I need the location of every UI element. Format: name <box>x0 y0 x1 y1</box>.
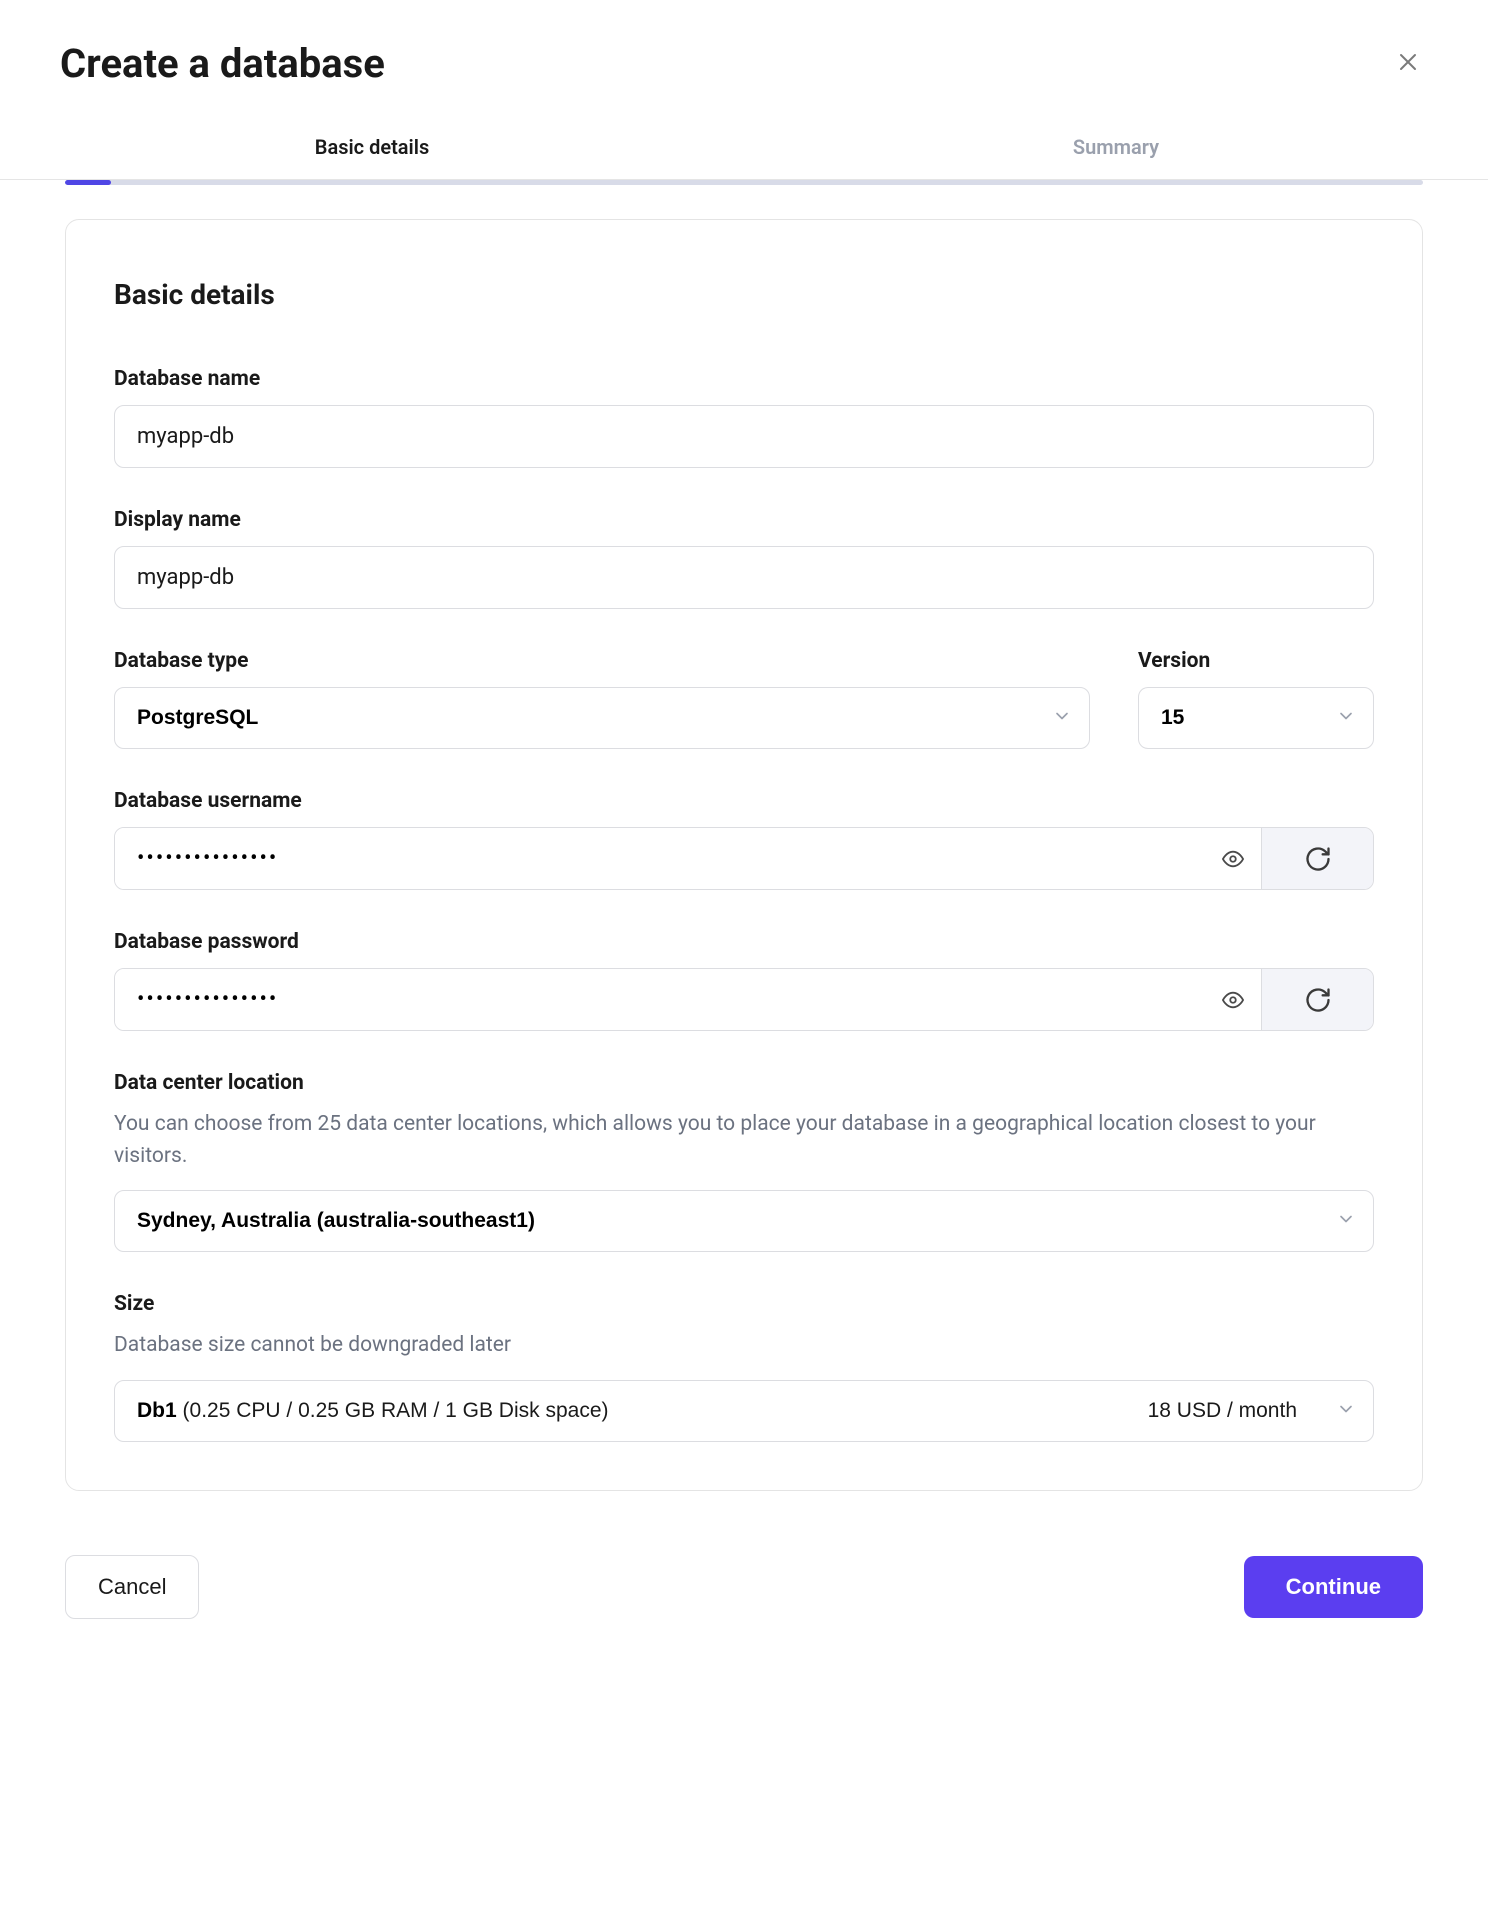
field-db-type: Database type PostgreSQL <box>114 649 1090 749</box>
tab-basic-details[interactable]: Basic details <box>0 117 744 179</box>
size-price: 18 USD / month <box>1148 1399 1327 1423</box>
desc-location: You can choose from 25 data center locat… <box>114 1109 1374 1172</box>
eye-icon <box>1222 848 1244 870</box>
field-size: Size Database size cannot be downgraded … <box>114 1292 1374 1442</box>
close-icon <box>1396 50 1420 74</box>
basic-details-card: Basic details Database name Display name… <box>65 219 1423 1491</box>
label-db-username: Database username <box>114 789 1374 813</box>
regen-password-button[interactable] <box>1261 969 1373 1030</box>
field-db-password: Database password <box>114 930 1374 1031</box>
field-db-name: Database name <box>114 367 1374 468</box>
label-size: Size <box>114 1292 1374 1316</box>
select-db-type[interactable]: PostgreSQL <box>114 687 1090 749</box>
input-db-password[interactable] <box>115 969 1205 1030</box>
input-db-name[interactable] <box>114 405 1374 468</box>
desc-size: Database size cannot be downgraded later <box>114 1330 1374 1362</box>
input-db-username[interactable] <box>115 828 1205 889</box>
regen-username-button[interactable] <box>1261 828 1373 889</box>
select-size[interactable]: Db1 (0.25 CPU / 0.25 GB RAM / 1 GB Disk … <box>114 1380 1374 1442</box>
close-button[interactable] <box>1388 42 1428 85</box>
label-db-password: Database password <box>114 930 1374 954</box>
refresh-icon <box>1304 845 1332 873</box>
progress-fill <box>65 180 111 185</box>
label-display-name: Display name <box>114 508 1374 532</box>
size-tier: Db1 <box>137 1399 177 1422</box>
cancel-button[interactable]: Cancel <box>65 1555 199 1619</box>
tab-summary[interactable]: Summary <box>744 117 1488 179</box>
select-location[interactable]: Sydney, Australia (australia-southeast1) <box>114 1190 1374 1252</box>
header-bar: Create a database <box>0 0 1488 117</box>
reveal-username-button[interactable] <box>1205 828 1261 889</box>
field-db-username: Database username <box>114 789 1374 890</box>
section-title: Basic details <box>114 278 1374 311</box>
eye-icon <box>1222 989 1244 1011</box>
size-spec: (0.25 CPU / 0.25 GB RAM / 1 GB Disk spac… <box>177 1399 609 1422</box>
label-db-name: Database name <box>114 367 1374 391</box>
page-title: Create a database <box>60 40 385 87</box>
input-display-name[interactable] <box>114 546 1374 609</box>
refresh-icon <box>1304 986 1332 1014</box>
tabs-row: Basic details Summary <box>0 117 1488 180</box>
label-version: Version <box>1138 649 1374 673</box>
label-db-type: Database type <box>114 649 1090 673</box>
reveal-password-button[interactable] <box>1205 969 1261 1030</box>
select-version[interactable]: 15 <box>1138 687 1374 749</box>
field-location: Data center location You can choose from… <box>114 1071 1374 1252</box>
continue-button[interactable]: Continue <box>1244 1556 1423 1618</box>
footer-bar: Cancel Continue <box>0 1531 1488 1649</box>
field-version: Version 15 <box>1138 649 1374 749</box>
field-display-name: Display name <box>114 508 1374 609</box>
label-location: Data center location <box>114 1071 1374 1095</box>
